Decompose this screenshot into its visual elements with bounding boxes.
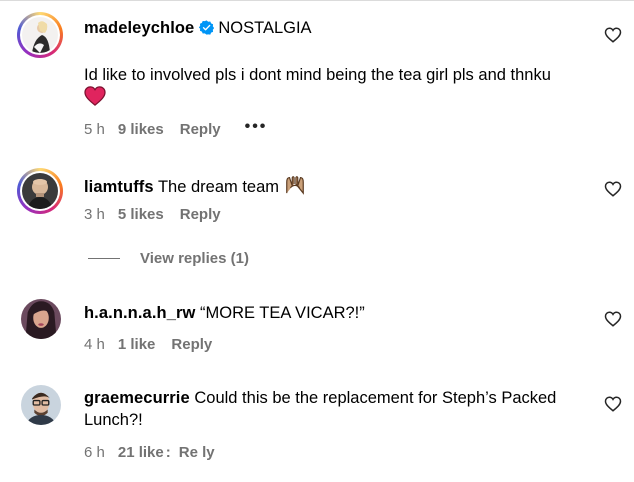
comment-text: Could this be the replacement for Steph’… [194, 389, 557, 407]
likes-count[interactable]: 9 likes [118, 121, 164, 138]
avatar[interactable] [21, 385, 61, 425]
reply-button[interactable]: Reply [180, 121, 221, 138]
comment-meta: 5 h 9 likes Reply ••• [84, 118, 268, 138]
like-heart-icon[interactable] [604, 310, 622, 328]
view-replies-button[interactable]: View replies (1) [88, 250, 249, 267]
red-heart-emoji-icon [84, 86, 106, 112]
username[interactable]: madeleychloe [84, 19, 194, 37]
comment-body-text: Id like to involved pls i dont mind bein… [84, 66, 551, 84]
avatar-image [22, 173, 58, 209]
likes-count[interactable]: 1 like [118, 336, 156, 353]
comment-header: liamtuffs The dream team [84, 173, 306, 201]
avatar-image [21, 385, 61, 425]
like-heart-icon[interactable] [604, 395, 622, 413]
raising-hands-emoji-icon [284, 173, 306, 201]
more-options-button[interactable]: ••• [245, 118, 268, 138]
comment-hannah-rw: h.a.n.n.a.h_rw “MORE TEA VICAR?!” 4 h 1 … [0, 290, 634, 370]
comment-madeleychloe: madeleychloe NOSTALGIA Id like to involve… [0, 0, 634, 160]
avatar[interactable] [17, 168, 63, 214]
view-replies-line [88, 258, 120, 259]
like-heart-icon[interactable] [604, 180, 622, 198]
comment-text: “MORE TEA VICAR?!” [200, 304, 365, 322]
timestamp: 5 h [84, 121, 105, 138]
reply-button[interactable]: Reply [171, 336, 212, 353]
comment-meta: 3 h 5 likes Reply [84, 206, 221, 223]
timestamp: 4 h [84, 336, 105, 353]
avatar-image [22, 17, 58, 53]
likes-count[interactable]: 5 likes [118, 206, 164, 223]
comment-meta: 4 h 1 like Reply [84, 336, 212, 353]
timestamp: 3 h [84, 206, 105, 223]
comment-text-continued: Lunch?! [84, 411, 143, 429]
avatar[interactable] [21, 299, 61, 339]
comment-header: graemecurrie Could this be the replaceme… [84, 387, 556, 409]
username[interactable]: h.a.n.n.a.h_rw [84, 304, 195, 322]
comment-header: madeleychloe NOSTALGIA [84, 17, 312, 41]
avatar-image [21, 299, 61, 339]
avatar[interactable] [17, 12, 63, 58]
verified-badge-icon [199, 19, 215, 41]
reply-button[interactable]: Re ly [179, 444, 215, 461]
likes-count[interactable]: 21 like [118, 444, 164, 461]
comment-header: h.a.n.n.a.h_rw “MORE TEA VICAR?!” [84, 302, 365, 324]
like-heart-icon[interactable] [604, 26, 622, 44]
view-replies-label: View replies (1) [140, 250, 249, 267]
timestamp: 6 h [84, 444, 105, 461]
reply-label-end: ly [202, 444, 215, 461]
comment-text: NOSTALGIA [218, 19, 312, 37]
reply-button[interactable]: Reply [180, 206, 221, 223]
username[interactable]: graemecurrie [84, 389, 190, 407]
username[interactable]: liamtuffs [84, 178, 154, 196]
comment-body: Id like to involved pls i dont mind bein… [84, 64, 554, 112]
comment-meta: 6 h 21 like : Re ly [84, 444, 215, 461]
reply-label-start: Re [178, 444, 198, 461]
comment-graemecurrie: graemecurrie Could this be the replaceme… [0, 375, 634, 482]
comment-text: The dream team [157, 178, 280, 196]
likes-count-cut: : [165, 444, 171, 461]
